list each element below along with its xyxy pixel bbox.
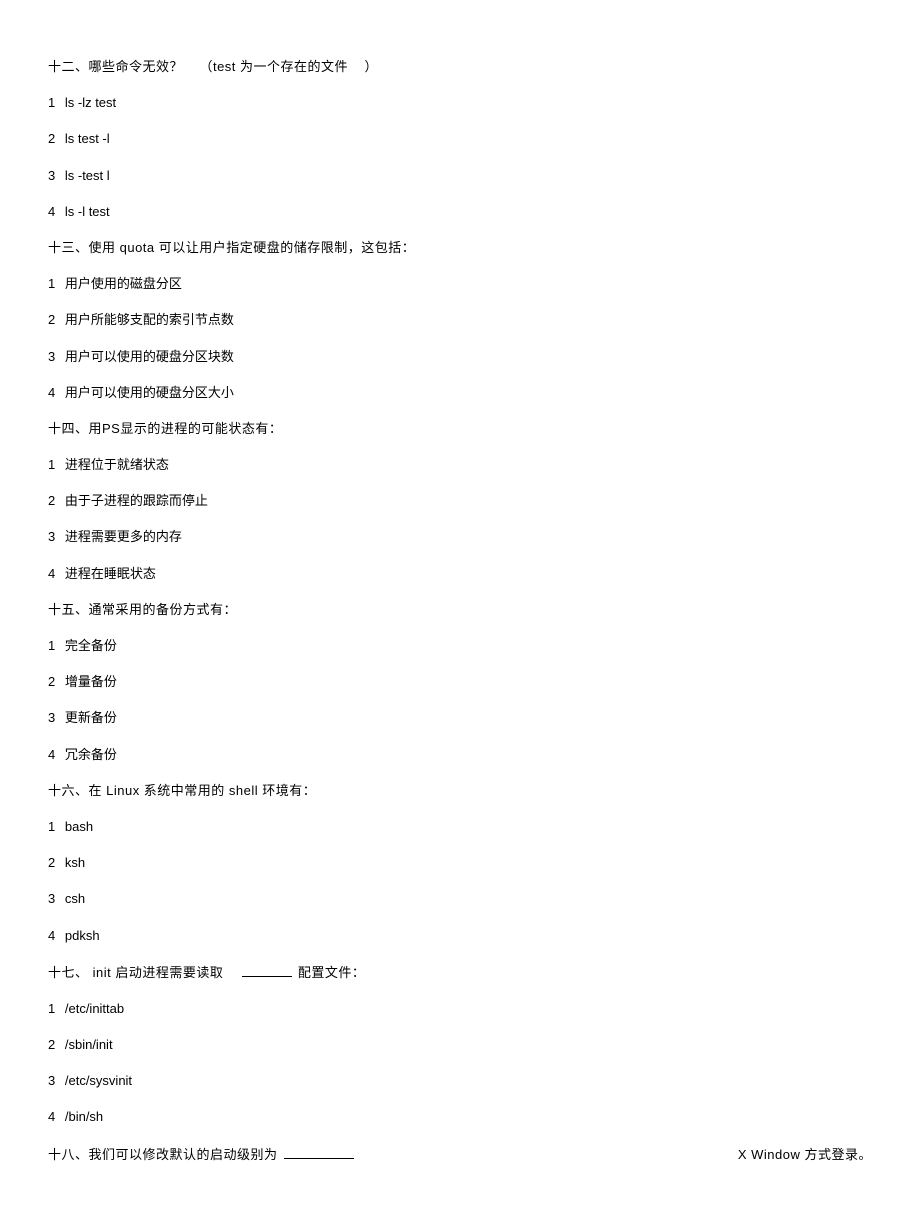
option-number: 1 bbox=[48, 1000, 55, 1018]
option-1: 1 bash bbox=[48, 818, 872, 836]
option-text: ls -lz test bbox=[65, 95, 116, 110]
option-text: 用户可以使用的硬盘分区大小 bbox=[65, 385, 234, 400]
fill-blank[interactable] bbox=[242, 963, 292, 977]
option-4: 4 冗余备份 bbox=[48, 746, 872, 764]
title-after: X Window 方式登录。 bbox=[738, 1146, 872, 1164]
option-text: 进程位于就绪状态 bbox=[65, 457, 169, 472]
option-text: 由于子进程的跟踪而停止 bbox=[65, 493, 208, 508]
option-number: 4 bbox=[48, 203, 55, 221]
option-text: 用户使用的磁盘分区 bbox=[65, 276, 182, 291]
option-1: 1 用户使用的磁盘分区 bbox=[48, 275, 872, 293]
option-number: 2 bbox=[48, 492, 55, 510]
title-part-1: 十二、哪些命令无效？ bbox=[48, 59, 183, 74]
option-text: /etc/inittab bbox=[65, 1001, 124, 1016]
option-number: 4 bbox=[48, 384, 55, 402]
option-3: 3 /etc/sysvinit bbox=[48, 1072, 872, 1090]
question-title: 十六、在 Linux 系统中常用的 shell 环境有： bbox=[48, 782, 872, 800]
option-number: 3 bbox=[48, 890, 55, 908]
option-text: bash bbox=[65, 819, 93, 834]
option-1: 1 完全备份 bbox=[48, 637, 872, 655]
option-text: 用户可以使用的硬盘分区块数 bbox=[65, 349, 234, 364]
option-text: ls -l test bbox=[65, 204, 110, 219]
question-18: 十八、我们可以修改默认的启动级别为 X Window 方式登录。 bbox=[48, 1145, 872, 1164]
question-title: 十二、哪些命令无效？ （test 为一个存在的文件 ） bbox=[48, 58, 872, 76]
option-2: 2 由于子进程的跟踪而停止 bbox=[48, 492, 872, 510]
option-number: 1 bbox=[48, 818, 55, 836]
option-text: 更新备份 bbox=[65, 710, 117, 725]
option-2: 2 ls test -l bbox=[48, 130, 872, 148]
option-3: 3 更新备份 bbox=[48, 709, 872, 727]
title-before: 十七、 init 启动进程需要读取 bbox=[48, 965, 223, 980]
question-title: 十七、 init 启动进程需要读取 配置文件： bbox=[48, 963, 872, 982]
question-17: 十七、 init 启动进程需要读取 配置文件： 1 /etc/inittab 2… bbox=[48, 963, 872, 1127]
option-4: 4 用户可以使用的硬盘分区大小 bbox=[48, 384, 872, 402]
option-text: ls -test l bbox=[65, 168, 110, 183]
fill-blank[interactable] bbox=[284, 1145, 354, 1159]
option-number: 2 bbox=[48, 854, 55, 872]
option-text: csh bbox=[65, 891, 85, 906]
option-4: 4 进程在睡眠状态 bbox=[48, 565, 872, 583]
option-number: 2 bbox=[48, 1036, 55, 1054]
option-text: 完全备份 bbox=[65, 638, 117, 653]
option-text: ksh bbox=[65, 855, 85, 870]
option-number: 2 bbox=[48, 130, 55, 148]
option-number: 4 bbox=[48, 565, 55, 583]
title-part-3: ） bbox=[365, 59, 379, 74]
option-1: 1 /etc/inittab bbox=[48, 1000, 872, 1018]
title-part-2: （test 为一个存在的文件 bbox=[199, 59, 348, 74]
option-number: 4 bbox=[48, 927, 55, 945]
question-title: 十八、我们可以修改默认的启动级别为 X Window 方式登录。 bbox=[48, 1145, 872, 1164]
option-3: 3 用户可以使用的硬盘分区块数 bbox=[48, 348, 872, 366]
option-number: 3 bbox=[48, 167, 55, 185]
option-number: 1 bbox=[48, 637, 55, 655]
option-text: 增量备份 bbox=[65, 674, 117, 689]
question-12: 十二、哪些命令无效？ （test 为一个存在的文件 ） 1 ls -lz tes… bbox=[48, 58, 872, 221]
option-number: 3 bbox=[48, 348, 55, 366]
option-number: 4 bbox=[48, 746, 55, 764]
question-15: 十五、通常采用的备份方式有： 1 完全备份 2 增量备份 3 更新备份 4 冗余… bbox=[48, 601, 872, 764]
option-2: 2 增量备份 bbox=[48, 673, 872, 691]
option-number: 1 bbox=[48, 456, 55, 474]
option-number: 4 bbox=[48, 1108, 55, 1126]
question-16: 十六、在 Linux 系统中常用的 shell 环境有： 1 bash 2 ks… bbox=[48, 782, 872, 945]
option-number: 3 bbox=[48, 709, 55, 727]
option-4: 4 pdksh bbox=[48, 927, 872, 945]
option-1: 1 ls -lz test bbox=[48, 94, 872, 112]
option-text: /sbin/init bbox=[65, 1037, 113, 1052]
option-text: 冗余备份 bbox=[65, 747, 117, 762]
option-4: 4 ls -l test bbox=[48, 203, 872, 221]
question-title: 十五、通常采用的备份方式有： bbox=[48, 601, 872, 619]
option-4: 4 /bin/sh bbox=[48, 1108, 872, 1126]
option-3: 3 进程需要更多的内存 bbox=[48, 528, 872, 546]
question-title: 十三、使用 quota 可以让用户指定硬盘的储存限制，这包括： bbox=[48, 239, 872, 257]
option-number: 1 bbox=[48, 275, 55, 293]
option-text: 用户所能够支配的索引节点数 bbox=[65, 312, 234, 327]
option-number: 3 bbox=[48, 528, 55, 546]
option-3: 3 csh bbox=[48, 890, 872, 908]
option-text: 进程在睡眠状态 bbox=[65, 566, 156, 581]
option-number: 1 bbox=[48, 94, 55, 112]
title-before: 十八、我们可以修改默认的启动级别为 bbox=[48, 1146, 278, 1164]
option-1: 1 进程位于就绪状态 bbox=[48, 456, 872, 474]
option-3: 3 ls -test l bbox=[48, 167, 872, 185]
question-13: 十三、使用 quota 可以让用户指定硬盘的储存限制，这包括： 1 用户使用的磁… bbox=[48, 239, 872, 402]
option-number: 2 bbox=[48, 673, 55, 691]
option-text: /bin/sh bbox=[65, 1109, 103, 1124]
option-2: 2 /sbin/init bbox=[48, 1036, 872, 1054]
question-title: 十四、用PS显示的进程的可能状态有： bbox=[48, 420, 872, 438]
option-2: 2 用户所能够支配的索引节点数 bbox=[48, 311, 872, 329]
option-number: 3 bbox=[48, 1072, 55, 1090]
option-number: 2 bbox=[48, 311, 55, 329]
option-text: ls test -l bbox=[65, 131, 110, 146]
option-2: 2 ksh bbox=[48, 854, 872, 872]
option-text: pdksh bbox=[65, 928, 100, 943]
option-text: /etc/sysvinit bbox=[65, 1073, 132, 1088]
title-after: 配置文件： bbox=[298, 965, 366, 980]
option-text: 进程需要更多的内存 bbox=[65, 529, 182, 544]
question-14: 十四、用PS显示的进程的可能状态有： 1 进程位于就绪状态 2 由于子进程的跟踪… bbox=[48, 420, 872, 583]
